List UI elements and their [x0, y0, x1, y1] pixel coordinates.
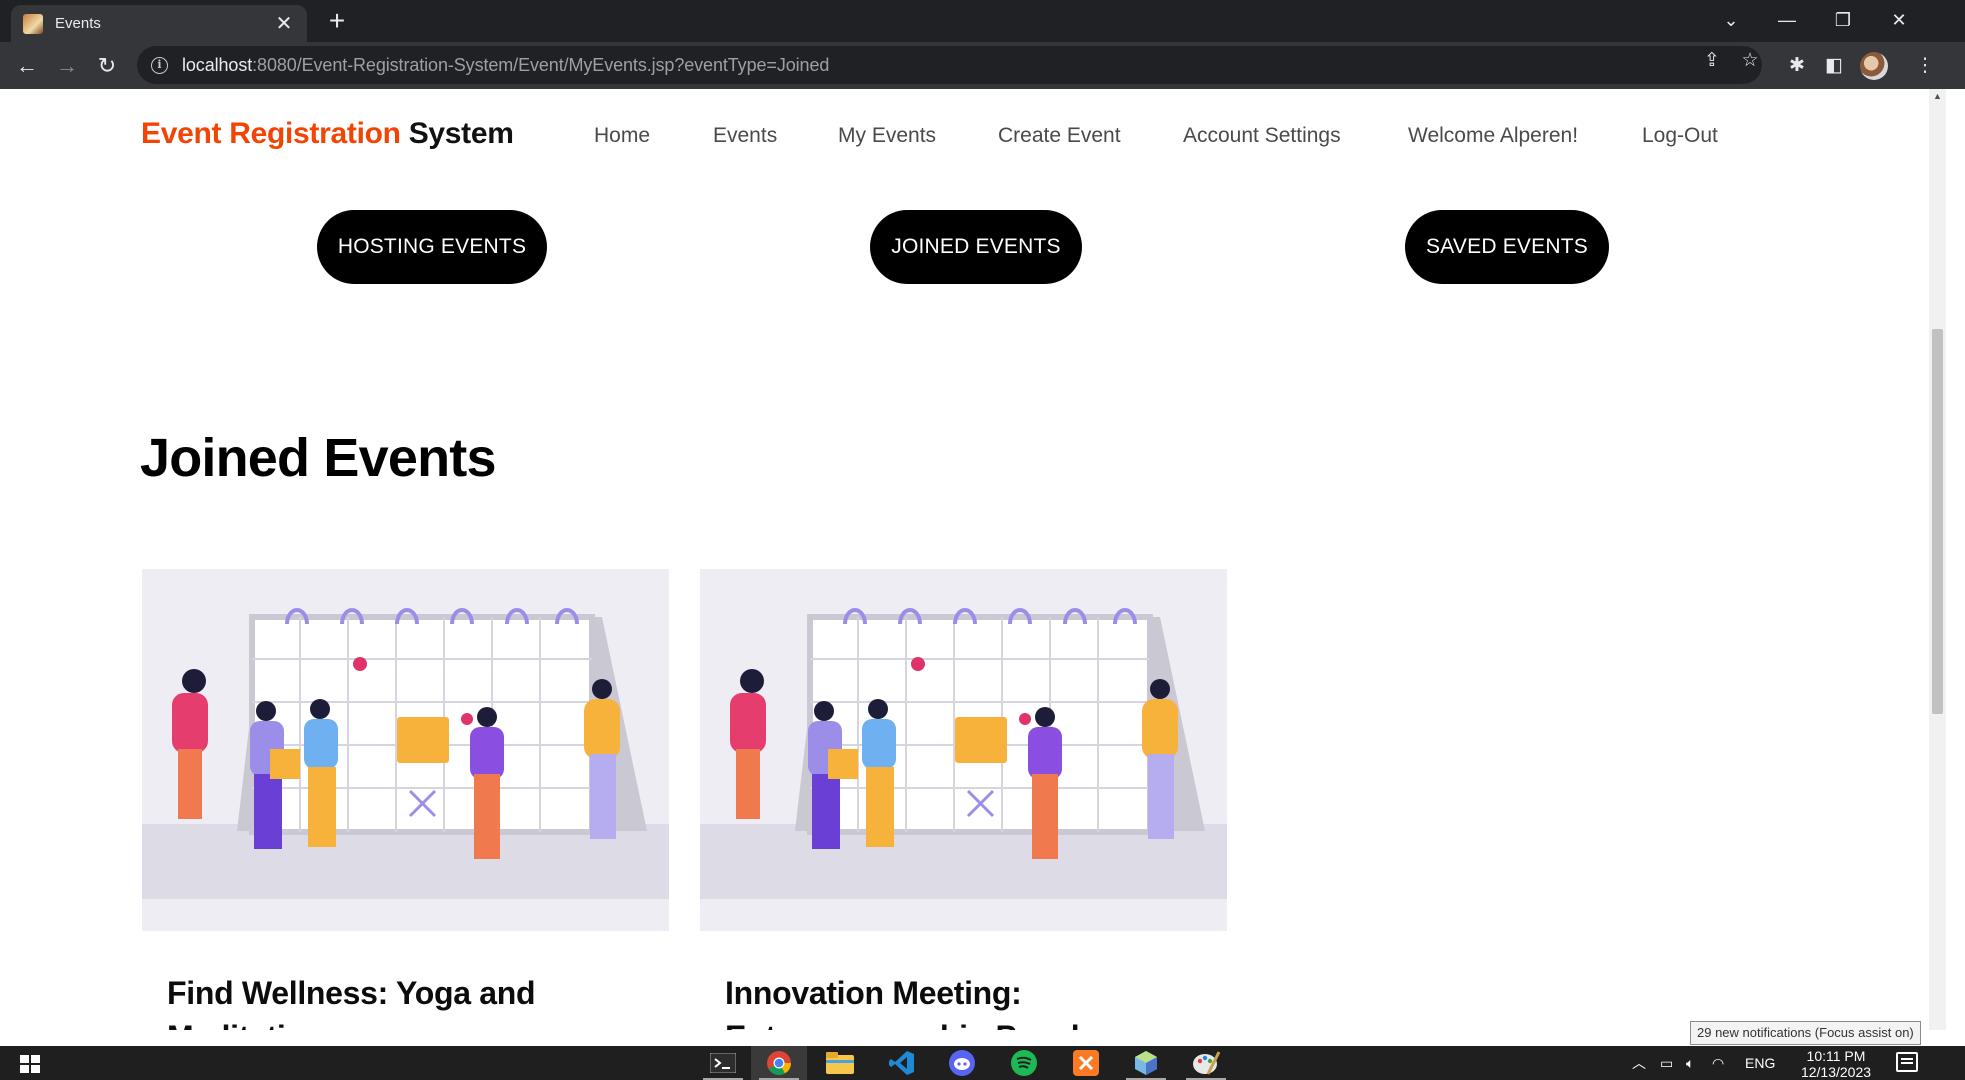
share-icon[interactable]: ⇪: [1700, 49, 1724, 73]
calendar-team-illustration: [142, 569, 669, 931]
tab-title: Events: [55, 15, 101, 32]
wifi-icon[interactable]: ◠: [1712, 1046, 1724, 1080]
new-tab-button[interactable]: +: [322, 6, 352, 36]
bookmark-star-icon[interactable]: ☆: [1738, 49, 1762, 73]
site-info-icon[interactable]: i: [151, 56, 168, 74]
terminal-app-icon[interactable]: [695, 1046, 751, 1080]
discord-app-icon[interactable]: [934, 1046, 990, 1080]
event-title[interactable]: Innovation Meeting: Entrepreneurship Pan…: [700, 971, 1227, 1030]
chrome-app-icon[interactable]: [751, 1046, 807, 1080]
brand-text: System: [400, 117, 514, 150]
calendar-team-illustration: [700, 569, 1227, 931]
paint-app-icon[interactable]: [1178, 1046, 1234, 1080]
windows-start-icon[interactable]: [20, 1055, 40, 1073]
spotify-app-icon[interactable]: [996, 1046, 1052, 1080]
xampp-app-icon[interactable]: [1058, 1046, 1114, 1080]
minimize-icon[interactable]: —: [1759, 0, 1815, 42]
clock-date: 12/13/2023: [1800, 1064, 1872, 1080]
browser-tab-strip: Events ✕ + ⌄ — ❐ ✕: [0, 0, 1965, 42]
browser-tab[interactable]: Events ✕: [11, 5, 307, 42]
saved-events-button[interactable]: SAVED EVENTS: [1405, 210, 1609, 284]
event-title[interactable]: Find Wellness: Yoga and Meditation: [142, 971, 669, 1030]
nav-welcome-user[interactable]: Welcome Alperen!: [1408, 124, 1578, 148]
address-bar[interactable]: i localhost:8080/Event-Registration-Syst…: [137, 46, 1762, 84]
tab-search-icon[interactable]: ⌄: [1703, 0, 1759, 42]
tray-overflow-chevron-icon[interactable]: ︿: [1632, 1046, 1646, 1080]
browser-menu-icon[interactable]: ⋮: [1913, 54, 1937, 78]
url-text: localhost:8080/Event-Registration-System…: [182, 54, 830, 75]
notification-tooltip: 29 new notifications (Focus assist on): [1690, 1021, 1921, 1045]
extensions-puzzle-icon[interactable]: ✱: [1785, 54, 1809, 78]
hosting-events-button[interactable]: HOSTING EVENTS: [317, 210, 547, 284]
close-window-icon[interactable]: ✕: [1871, 0, 1927, 42]
nav-log-out[interactable]: Log-Out: [1642, 124, 1718, 148]
event-illustration: [700, 569, 1227, 931]
side-panel-icon[interactable]: ◧: [1822, 54, 1846, 78]
profile-avatar[interactable]: [1860, 52, 1888, 80]
forward-arrow-icon[interactable]: →: [51, 50, 83, 82]
reload-icon[interactable]: ↻: [91, 50, 123, 82]
page-title: Joined Events: [140, 428, 497, 488]
event-card[interactable]: Find Wellness: Yoga and Meditation: [142, 569, 669, 1030]
page-viewport: Event Registration System Home Events My…: [0, 89, 1929, 1030]
nav-create-event[interactable]: Create Event: [998, 124, 1121, 148]
event-card[interactable]: Innovation Meeting: Entrepreneurship Pan…: [700, 569, 1227, 1030]
system-clock[interactable]: 10:11 PM 12/13/2023: [1796, 1048, 1876, 1080]
site-brand[interactable]: Event Registration System: [141, 117, 514, 151]
scrollbar-thumb[interactable]: [1932, 329, 1943, 714]
restore-icon[interactable]: ❐: [1815, 0, 1871, 42]
nav-events[interactable]: Events: [713, 124, 777, 148]
nav-account-settings[interactable]: Account Settings: [1183, 124, 1341, 148]
action-center-icon[interactable]: [1896, 1052, 1918, 1072]
nav-my-events[interactable]: My Events: [838, 124, 936, 148]
virtualbox-app-icon[interactable]: [1118, 1046, 1174, 1080]
page-scrollbar[interactable]: ▲: [1929, 89, 1946, 1030]
clock-time: 10:11 PM: [1806, 1048, 1866, 1064]
tab-close-icon[interactable]: ✕: [273, 11, 295, 36]
volume-icon[interactable]: 🔈︎: [1686, 1046, 1694, 1080]
battery-icon[interactable]: ▭: [1660, 1046, 1673, 1080]
scroll-up-arrow-icon[interactable]: ▲: [1929, 91, 1946, 101]
nav-home[interactable]: Home: [594, 124, 650, 148]
language-indicator[interactable]: ENG: [1745, 1046, 1775, 1080]
back-arrow-icon[interactable]: ←: [11, 50, 43, 82]
file-explorer-app-icon[interactable]: [812, 1046, 868, 1080]
brand-accent-text: Event Registration: [141, 117, 401, 150]
window-edge: [1946, 89, 1965, 1030]
browser-toolbar: ← → ↻ i localhost:8080/Event-Registratio…: [0, 42, 1965, 89]
event-illustration: [142, 569, 669, 931]
joined-events-button[interactable]: JOINED EVENTS: [870, 210, 1082, 284]
vscode-app-icon[interactable]: [874, 1046, 930, 1080]
favicon-icon: [23, 13, 43, 34]
windows-taskbar: ︿ ▭ 🔈︎ ◠ ENG 10:11 PM 12/13/2023: [0, 1046, 1965, 1080]
